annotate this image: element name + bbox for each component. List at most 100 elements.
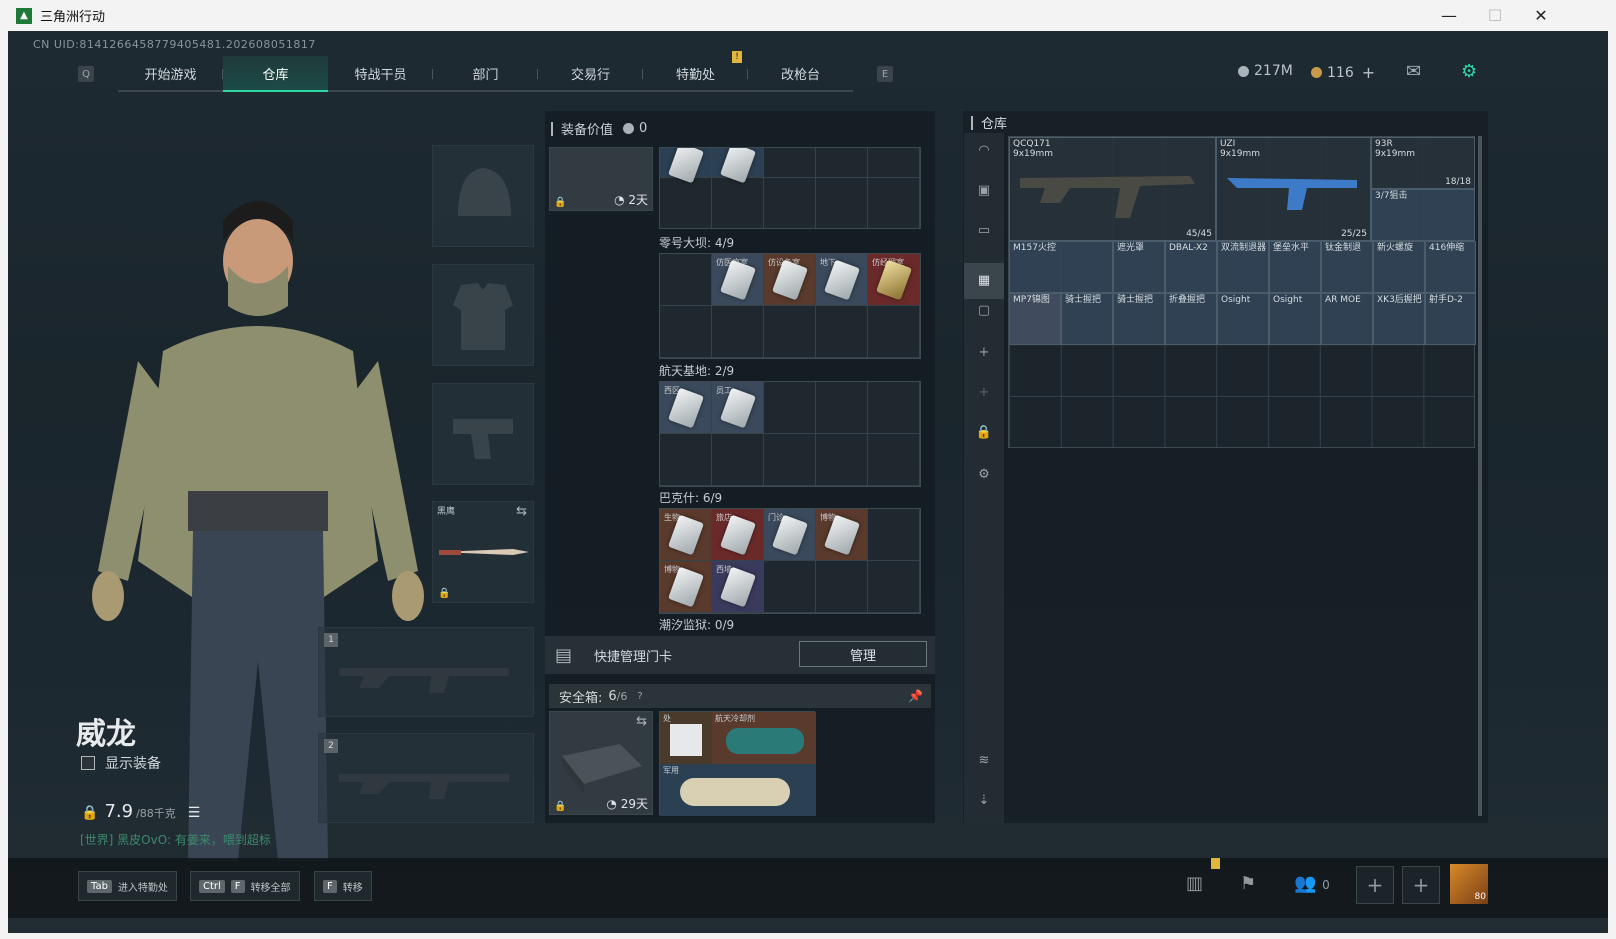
- list-icon[interactable]: ☰: [188, 805, 201, 821]
- keycard-item[interactable]: 仿医疗室: [712, 254, 764, 306]
- bottom-bar: Tab 进入特勤处 Ctrl F 转移全部 F 转移 ▥ ⚑ 👥 0 + + 80: [8, 858, 1608, 918]
- safe-box[interactable]: ⇆ 🔒 ◔ 29天: [549, 711, 653, 815]
- weapon-filter-icon[interactable]: ▭: [974, 223, 994, 243]
- keycard-case[interactable]: 🔒 ◔ 2天: [549, 147, 653, 211]
- uid-label: CN UID:8141266458779405481.202608051817: [33, 38, 316, 51]
- transfer-all-hint[interactable]: Ctrl F 转移全部: [190, 871, 300, 901]
- layers-icon[interactable]: ≋: [974, 753, 994, 773]
- helmet-filter-icon[interactable]: ◠: [974, 143, 994, 163]
- havoc-currency: 217M: [1238, 63, 1293, 79]
- keycard-item[interactable]: 仿经理室: [868, 254, 920, 306]
- world-chat-line[interactable]: [世界] 黑皮OvO: 有姜来，喂到超标: [80, 831, 271, 848]
- add-squad-slot-1[interactable]: +: [1356, 866, 1394, 904]
- stash-scrollbar[interactable]: [1478, 136, 1482, 816]
- stash-item[interactable]: 新火螺旋: [1373, 241, 1425, 293]
- stash-item-m157[interactable]: M157火控: [1009, 241, 1113, 293]
- keycard-item[interactable]: 博物: [660, 561, 712, 613]
- stats-icon[interactable]: ▥: [1186, 873, 1203, 894]
- armor-slot[interactable]: [432, 264, 534, 366]
- armor-filter-icon[interactable]: ▣: [974, 183, 994, 203]
- stash-item[interactable]: Osight: [1269, 293, 1321, 345]
- helmet-slot[interactable]: [432, 145, 534, 247]
- maximize-button[interactable]: ☐: [1472, 0, 1518, 31]
- stash-item[interactable]: 堡垒水平: [1269, 241, 1321, 293]
- keycard-item[interactable]: 西区: [660, 382, 712, 434]
- stash-settings-icon[interactable]: ⚙: [974, 467, 994, 487]
- mail-icon[interactable]: ✉: [1406, 61, 1421, 82]
- show-equipment-toggle[interactable]: 显示装备: [81, 753, 161, 773]
- sort-icon[interactable]: ⇣: [974, 793, 994, 813]
- special-ops-alert-badge: !: [732, 51, 742, 63]
- weapon-slot-2-number: 2: [324, 739, 338, 753]
- friends-icon[interactable]: 👥 0: [1294, 873, 1330, 894]
- flag-icon[interactable]: ⚑: [1240, 873, 1256, 894]
- lock-filter-icon[interactable]: 🔒: [974, 425, 994, 445]
- keycard-item[interactable]: 西墙: [712, 561, 764, 613]
- stash-item[interactable]: 遮光罩: [1113, 241, 1165, 293]
- nav-prev-key[interactable]: Q: [78, 66, 94, 82]
- keycard-item[interactable]: 博物: [816, 509, 868, 561]
- keycard-item[interactable]: 旅店: [712, 509, 764, 561]
- stash-item[interactable]: 折叠握把: [1165, 293, 1217, 345]
- stash-item-scope[interactable]: 3/7狙击: [1371, 189, 1475, 241]
- add-squad-slot-2[interactable]: +: [1402, 866, 1440, 904]
- close-button[interactable]: ✕: [1518, 0, 1564, 31]
- manage-button[interactable]: 管理: [799, 641, 927, 667]
- tab-warehouse[interactable]: 仓库: [223, 56, 328, 92]
- safe-swap-icon[interactable]: ⇆: [636, 714, 647, 729]
- show-equipment-checkbox[interactable]: [81, 756, 95, 770]
- pin-icon[interactable]: 📌: [908, 689, 923, 703]
- primary-weapon-slot-1[interactable]: 1: [318, 627, 534, 717]
- quick-keycard-bar: ▤ 快捷管理门卡 管理: [545, 636, 935, 674]
- keycard-item[interactable]: 门诊: [764, 509, 816, 561]
- stash-item[interactable]: 钛金制退: [1321, 241, 1373, 293]
- stash-item[interactable]: 骑士握把: [1113, 293, 1165, 345]
- stash-item[interactable]: XK3后握把: [1373, 293, 1425, 345]
- stash-item-uzi[interactable]: UZI 9x19mm 25/25: [1216, 137, 1371, 241]
- tab-operators[interactable]: 特战干员: [328, 56, 433, 92]
- attachment-filter-icon[interactable]: ▦: [964, 263, 1004, 299]
- keycard-item[interactable]: 生物: [660, 509, 712, 561]
- melee-label: 黑鹰: [437, 507, 456, 517]
- game-viewport: CN UID:8141266458779405481.202608051817 …: [8, 31, 1608, 933]
- tab-start-game[interactable]: 开始游戏: [118, 56, 223, 92]
- stash-item[interactable]: MP7锦图: [1009, 293, 1061, 345]
- top-nav: Q 开始游戏 仓库 特战干员 部门 交易行 特勤处 改枪台 E: [78, 56, 893, 92]
- tab-gunsmith[interactable]: 改枪台: [748, 56, 853, 92]
- settings-gear-icon[interactable]: ⚙: [1461, 61, 1477, 82]
- weight-value: 7.9: [104, 801, 134, 822]
- safe-item[interactable]: 处: [660, 712, 712, 764]
- safe-item[interactable]: 军用: [660, 764, 816, 816]
- tab-department[interactable]: 部门: [433, 56, 538, 92]
- safe-item[interactable]: 航天冷却剂: [712, 712, 816, 764]
- transfer-hint[interactable]: F 转移: [314, 871, 372, 901]
- stash-item[interactable]: DBAL-X2: [1165, 241, 1217, 293]
- pistol-slot[interactable]: [432, 383, 534, 485]
- minimize-button[interactable]: —: [1426, 0, 1472, 31]
- rifle-silhouette-icon: [339, 774, 509, 799]
- keycard-item[interactable]: 仿设备室: [764, 254, 816, 306]
- stash-item-93r[interactable]: 93R 9x19mm 18/18: [1371, 137, 1475, 189]
- brakkesh-grid: 生物 旅店 门诊 博物 博物 西墙: [659, 508, 921, 614]
- quick-keycard-label: 快捷管理门卡: [594, 649, 673, 665]
- stash-item[interactable]: 双流制退器: [1217, 241, 1269, 293]
- player-avatar[interactable]: 80: [1450, 864, 1488, 904]
- medical-filter-icon[interactable]: ▢: [974, 303, 994, 323]
- add-coin-button[interactable]: +: [1362, 63, 1375, 82]
- stash-item[interactable]: 416伸缩: [1425, 241, 1476, 293]
- keycard-item[interactable]: 地下: [816, 254, 868, 306]
- tab-trading[interactable]: 交易行: [538, 56, 643, 92]
- help-icon[interactable]: ?: [637, 691, 642, 702]
- melee-slot[interactable]: 黑鹰 ⇆ 🔒: [432, 501, 534, 603]
- stash-item[interactable]: 骑士握把: [1061, 293, 1113, 345]
- primary-weapon-slot-2[interactable]: 2: [318, 733, 534, 823]
- stash-item[interactable]: AR MOE: [1321, 293, 1373, 345]
- nav-next-key[interactable]: E: [877, 66, 893, 82]
- stash-item[interactable]: 射手D-2: [1425, 293, 1476, 345]
- enter-special-ops-hint[interactable]: Tab 进入特勤处: [78, 871, 177, 901]
- swap-icon[interactable]: ⇆: [516, 504, 527, 519]
- add-page-icon[interactable]: +: [974, 345, 994, 365]
- stash-item[interactable]: Osight: [1217, 293, 1269, 345]
- stash-item-qcq171[interactable]: QCQ171 9x19mm 45/45: [1009, 137, 1216, 241]
- keycard-item[interactable]: 员工: [712, 382, 764, 434]
